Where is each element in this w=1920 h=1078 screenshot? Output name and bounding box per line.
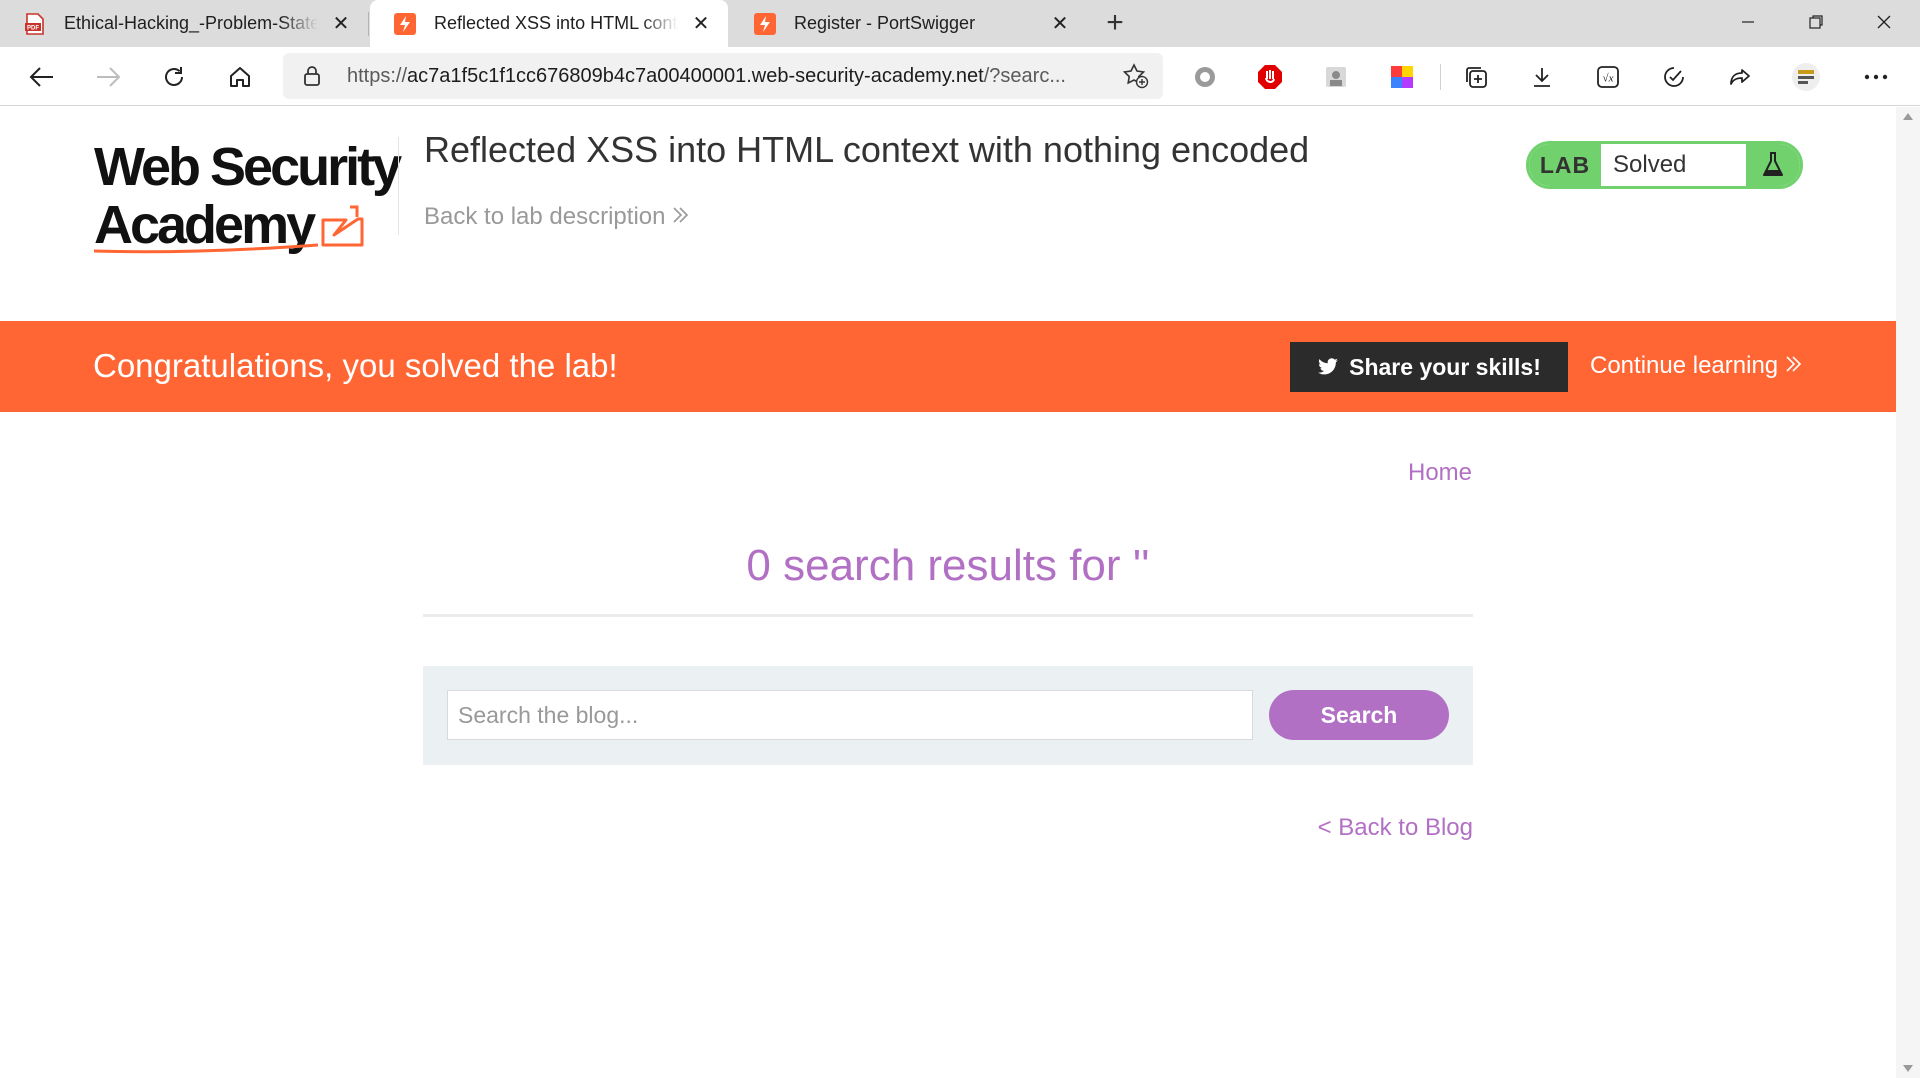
back-to-lab-description-link[interactable]: Back to lab description [424, 203, 689, 231]
lab-status-text: Solved [1613, 151, 1687, 178]
download-icon[interactable] [1522, 57, 1562, 97]
lab-status-tag: LAB [1529, 144, 1601, 186]
search-input[interactable] [447, 690, 1253, 740]
vertical-scrollbar[interactable] [1896, 107, 1920, 1078]
back-arrow-icon[interactable] [22, 57, 62, 97]
performance-icon[interactable] [1654, 57, 1694, 97]
forward-arrow-icon[interactable] [88, 57, 128, 97]
home-link[interactable]: Home [1408, 459, 1472, 487]
lock-icon[interactable] [303, 65, 325, 87]
back-to-blog-link[interactable]: < Back to Blog [1316, 814, 1473, 842]
address-bar[interactable]: https://ac7a1f5c1f1cc676809b4c7a00400001… [283, 53, 1163, 99]
continue-learning-link[interactable]: Continue learning [1590, 352, 1802, 380]
tab-title: Register - PortSwigger [794, 13, 976, 33]
double-chevron-right-icon [671, 204, 689, 230]
page-content: Web Security Academy Reflected XSS into … [0, 107, 1896, 1078]
home-icon[interactable] [220, 57, 260, 97]
scroll-down-arrow-icon[interactable] [1903, 1065, 1913, 1072]
more-menu-icon[interactable] [1856, 57, 1896, 97]
math-solver-icon[interactable]: √x [1588, 57, 1628, 97]
lab-status-widget: LAB Solved [1526, 141, 1803, 189]
browser-tab-bar: PDF Ethical-Hacking_-Problem-Statement ✕… [0, 0, 1920, 47]
search-button[interactable]: Search [1269, 690, 1449, 740]
browser-toolbar: https://ac7a1f5c1f1cc676809b4c7a00400001… [0, 47, 1920, 106]
tab-title: Reflected XSS into HTML context with not… [434, 13, 678, 33]
lab-title: Reflected XSS into HTML context with not… [424, 129, 1310, 170]
close-icon[interactable]: ✕ [1047, 11, 1073, 37]
svg-text:PDF: PDF [27, 25, 39, 31]
profile-avatar-icon[interactable] [1786, 57, 1826, 97]
tab-ethical-hacking[interactable]: PDF Ethical-Hacking_-Problem-Statement ✕ [0, 0, 368, 47]
back-link-label: Back to lab description [424, 203, 666, 230]
portswigger-icon [394, 12, 416, 35]
close-icon[interactable]: ✕ [328, 11, 354, 37]
tab-separator [368, 12, 369, 36]
double-chevron-right-icon [1784, 353, 1802, 379]
solved-banner: Congratulations, you solved the lab! Sha… [0, 321, 1896, 412]
svg-text:√x: √x [1603, 73, 1614, 85]
new-tab-button[interactable]: + [1098, 6, 1132, 40]
url-text: https://ac7a1f5c1f1cc676809b4c7a00400001… [347, 64, 1066, 87]
header-divider [398, 137, 399, 235]
adblock-icon[interactable] [1250, 57, 1290, 97]
pdf-icon: PDF [24, 12, 46, 35]
tab-reflected-xss[interactable]: Reflected XSS into HTML context with not… [370, 0, 728, 47]
window-close-icon[interactable] [1850, 0, 1918, 44]
close-icon[interactable]: ✕ [688, 11, 714, 37]
color-picker-icon[interactable] [1382, 57, 1422, 97]
favorite-star-icon[interactable] [1121, 61, 1151, 91]
extension-grey-icon[interactable] [1185, 57, 1225, 97]
tab-title: Ethical-Hacking_-Problem-Statement [64, 13, 318, 33]
twitter-icon [1317, 358, 1339, 376]
flask-icon [1746, 144, 1800, 186]
tab-register[interactable]: Register - PortSwigger ✕ [730, 0, 1087, 47]
blog-search-form: Search [423, 666, 1473, 765]
share-icon[interactable] [1720, 57, 1760, 97]
results-divider [423, 614, 1473, 617]
share-skills-button[interactable]: Share your skills! [1290, 342, 1568, 392]
portswigger-icon [754, 12, 776, 35]
search-results-heading: 0 search results for '' [746, 541, 1150, 590]
refresh-icon[interactable] [154, 57, 194, 97]
restore-icon[interactable] [1782, 0, 1850, 44]
continue-learning-label: Continue learning [1590, 352, 1779, 379]
web-security-academy-logo[interactable]: Web Security Academy [91, 133, 405, 263]
svg-text:Web Security: Web Security [94, 137, 402, 197]
congratulations-message: Congratulations, you solved the lab! [93, 347, 618, 384]
collections-icon[interactable] [1456, 57, 1496, 97]
minimize-icon[interactable] [1714, 0, 1782, 44]
profile-ext-icon[interactable] [1316, 57, 1356, 97]
toolbar-separator [1440, 64, 1441, 90]
scroll-up-arrow-icon[interactable] [1903, 113, 1913, 120]
share-skills-label: Share your skills! [1349, 353, 1541, 380]
